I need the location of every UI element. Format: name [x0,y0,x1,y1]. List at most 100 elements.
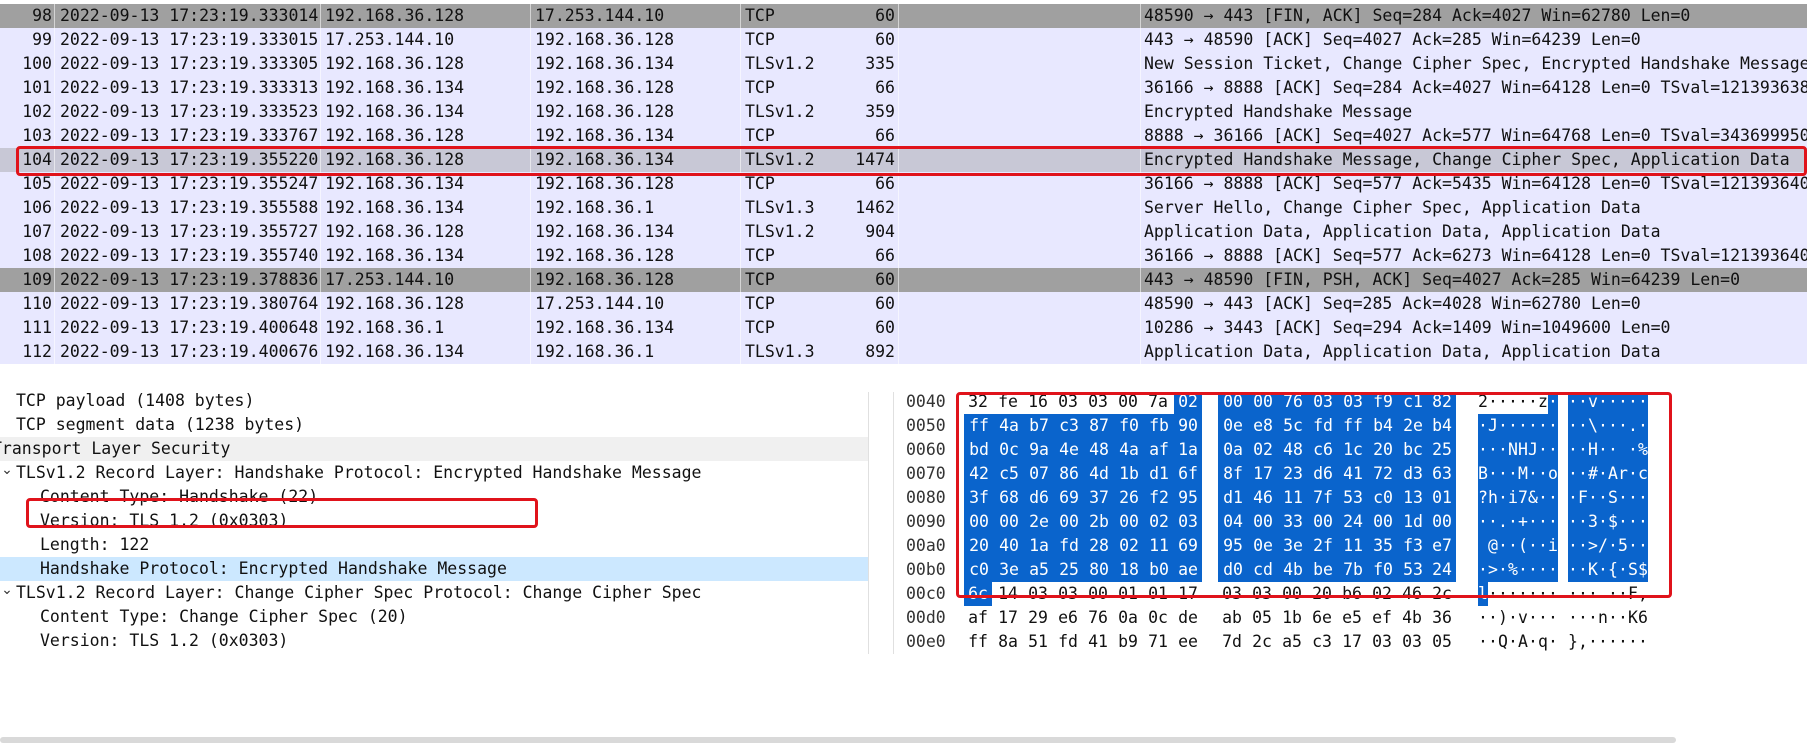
ascii-char[interactable]: · [1638,392,1648,414]
packet-row[interactable]: 100 2022-09-13 17:23:19.333305 192.168.36.… [0,52,1807,76]
hex-byte[interactable]: fe [994,392,1022,414]
ascii-char[interactable]: · [1618,606,1628,630]
ascii-char[interactable]: J [1528,438,1538,462]
ascii-char[interactable]: J [1488,414,1498,438]
ascii-char[interactable]: 7 [1518,486,1528,510]
hex-byte[interactable]: 37 [1084,486,1114,510]
hex-byte[interactable]: c3 [1308,630,1336,654]
ascii-char[interactable]: · [1638,510,1648,534]
hex-byte[interactable]: 82 [1428,392,1456,414]
ascii-char[interactable]: · [1548,630,1558,654]
ascii-char[interactable]: · [1608,438,1618,462]
ascii-char[interactable]: · [1518,414,1528,438]
hex-row[interactable]: 0070 42 c5 07 86 4d 1b d1 6f 8f 17 23 d6 41 72 d3 63 B · · ·… [894,462,1807,486]
ascii-char[interactable]: · [1568,392,1578,414]
ascii-char[interactable]: · [1538,510,1548,534]
hex-byte[interactable]: 7d [1218,630,1246,654]
ascii-char[interactable]: > [1588,534,1598,558]
hex-byte[interactable]: de [1174,606,1202,630]
hex-byte[interactable]: 03 [1054,582,1082,606]
ascii-char[interactable]: c [1638,462,1648,486]
ascii-char[interactable]: · [1578,534,1588,558]
ascii-char[interactable]: · [1568,510,1578,534]
ascii-char[interactable]: · [1638,414,1648,438]
hex-byte[interactable]: 8f [1218,462,1248,486]
hex-byte[interactable]: 69 [1054,486,1084,510]
ascii-char[interactable]: · [1538,606,1548,630]
hex-byte[interactable]: 03 [1218,582,1246,606]
ascii-char[interactable]: · [1548,510,1558,534]
hex-byte[interactable]: 48 [1084,438,1114,462]
hex-byte[interactable]: c0 [964,558,994,582]
ascii-char[interactable]: · [1618,392,1628,414]
hex-row[interactable]: 00e0 ff 8a 51 fd 41 b9 71 ee 7d 2c a5 c3 17 03 03 05 · · Q ·… [894,630,1807,654]
ascii-char[interactable]: · [1548,606,1558,630]
hex-byte[interactable]: 04 [1218,510,1248,534]
packet-row[interactable]: 104 2022-09-13 17:23:19.355220 192.168.36.… [0,148,1807,172]
hex-byte[interactable]: 00 [1114,392,1142,414]
packet-row[interactable]: 105 2022-09-13 17:23:19.355247 192.168.36.… [0,172,1807,196]
hex-byte[interactable]: 00 [1084,582,1112,606]
ascii-char[interactable]: F [1628,582,1638,606]
ascii-char[interactable]: · [1628,392,1638,414]
hex-byte[interactable]: d6 [1024,486,1054,510]
hex-byte[interactable]: 1a [1024,534,1054,558]
hex-byte[interactable]: 42 [964,462,994,486]
hex-byte[interactable]: 2b [1084,510,1114,534]
ascii-char[interactable]: . [1498,510,1508,534]
hex-byte[interactable]: 8a [994,630,1022,654]
ascii-char[interactable]: S [1608,486,1618,510]
hex-byte[interactable]: 7a [1144,392,1172,414]
ascii-char[interactable]: · [1608,606,1618,630]
ascii-char[interactable] [1618,438,1628,462]
hex-byte[interactable]: 76 [1278,392,1308,414]
ascii-char[interactable]: · [1568,414,1578,438]
ascii-char[interactable]: q [1538,630,1548,654]
tree-item[interactable]: Handshake Protocol: Encrypted Handshake … [0,557,868,581]
hex-byte[interactable]: 53 [1338,486,1368,510]
horizontal-scrollbar[interactable] [0,737,1676,743]
hex-byte[interactable]: 00 [1114,510,1144,534]
ascii-char[interactable]: $ [1608,510,1618,534]
hex-byte[interactable]: 0c [1144,606,1172,630]
tree-item[interactable]: ⌄ TLSv1.2 Record Layer: Handshake Protoco… [0,461,868,485]
ascii-char[interactable]: · [1638,630,1648,654]
ascii-char[interactable]: · [1488,510,1498,534]
hex-byte[interactable]: 03 [1368,630,1396,654]
ascii-char[interactable]: · [1588,606,1598,630]
hex-byte[interactable]: ff [1338,414,1368,438]
tree-item[interactable]: Content Type: Handshake (22) [0,485,868,509]
hex-byte[interactable]: 23 [1278,462,1308,486]
ascii-char[interactable]: · [1598,414,1608,438]
ascii-char[interactable]: · [1508,510,1518,534]
hex-byte[interactable]: ab [1218,606,1246,630]
ascii-char[interactable]: · [1538,582,1548,606]
ascii-char[interactable]: · [1518,582,1528,606]
packet-row[interactable]: 101 2022-09-13 17:23:19.333313 192.168.36.… [0,76,1807,100]
ascii-char[interactable]: · [1628,534,1638,558]
hex-byte[interactable]: 7b [1338,558,1368,582]
ascii-char[interactable]: % [1638,438,1648,462]
hex-byte[interactable]: 00 [1218,392,1248,414]
tree-item[interactable]: TCP payload (1408 bytes) [0,392,868,413]
packet-list[interactable]: 112 2022-09-13 17:23:19.400676 192.168.36.… [0,0,1807,366]
hex-byte[interactable]: 00 [994,510,1024,534]
ascii-char[interactable]: · [1548,438,1558,462]
hex-byte[interactable]: ae [1174,558,1202,582]
hex-byte[interactable]: 05 [1248,606,1276,630]
hex-byte[interactable]: fd [1054,630,1082,654]
hex-byte[interactable]: 0a [1218,438,1248,462]
hex-byte[interactable]: 07 [1024,462,1054,486]
packet-row[interactable]: 110 2022-09-13 17:23:19.380764 192.168.36.… [0,292,1807,316]
hex-byte[interactable]: b0 [1144,558,1174,582]
hex-byte[interactable]: 25 [1428,438,1456,462]
ascii-char[interactable]: · [1498,438,1508,462]
ascii-char[interactable]: · [1618,414,1628,438]
ascii-char[interactable]: · [1528,510,1538,534]
ascii-char[interactable]: B [1478,462,1488,486]
ascii-char[interactable]: · [1528,534,1538,558]
vertical-pane-divider[interactable] [868,392,894,654]
ascii-char[interactable]: + [1518,510,1528,534]
hex-byte[interactable]: 95 [1174,486,1202,510]
hex-byte[interactable]: 4a [994,414,1024,438]
